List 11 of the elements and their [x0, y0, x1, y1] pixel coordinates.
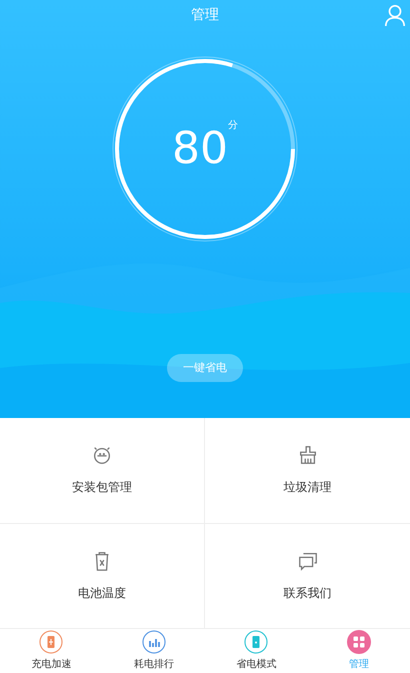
score-value: 80 [172, 127, 228, 171]
tab[interactable]: 省电模式 [205, 629, 308, 673]
feature-tile[interactable]: 垃圾清理 [205, 418, 410, 524]
feature-tile[interactable]: 电池温度 [0, 524, 205, 628]
tab[interactable]: 耗电排行 [102, 629, 205, 673]
tab[interactable]: 充电加速 [0, 629, 102, 673]
user-icon[interactable] [384, 4, 406, 26]
score-unit: 分 [228, 119, 238, 133]
page-title: 管理 [191, 6, 219, 25]
feature-tile[interactable]: 安装包管理 [0, 418, 205, 524]
feature-tile[interactable]: 联系我们 [205, 524, 410, 628]
